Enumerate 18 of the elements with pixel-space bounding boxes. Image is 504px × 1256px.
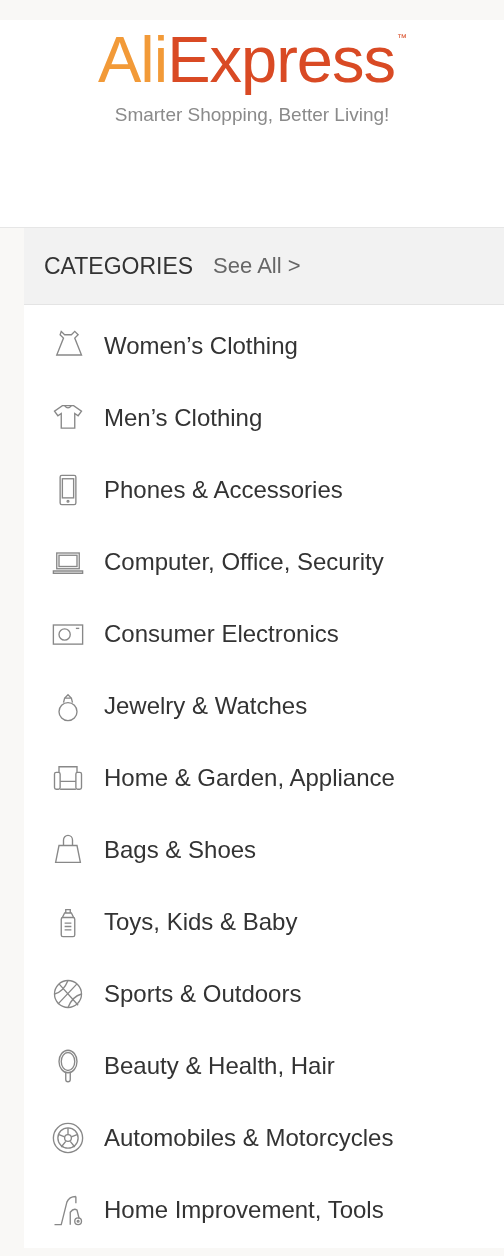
category-link[interactable]: Home Improvement, Tools [104, 1196, 384, 1224]
see-all-link[interactable]: See All > [213, 253, 301, 279]
wheel-icon [50, 1120, 86, 1156]
category-link[interactable]: Sports & Outdoors [104, 980, 302, 1008]
category-link[interactable]: Home & Garden, Appliance [104, 764, 395, 792]
category-link[interactable]: Bags & Shoes [104, 836, 257, 864]
tagline: Smarter Shopping, Better Living! [114, 104, 390, 126]
category-link[interactable]: Beauty & Health, Hair [104, 1052, 335, 1080]
category-link[interactable]: Men’s Clothing [104, 404, 263, 432]
category-link[interactable]: Toys, Kids & Baby [104, 908, 298, 936]
category-link[interactable]: Computer, Office, Security [104, 548, 384, 576]
category-link[interactable]: Jewelry & Watches [104, 692, 308, 720]
category-link[interactable]: Automobiles & Motorcycles [104, 1124, 394, 1152]
category-link[interactable]: Women’s Clothing [104, 332, 298, 360]
logo-wordmark: AliExpress$^{™}$ [97, 22, 407, 98]
category-link[interactable]: Phones & Accessories [104, 476, 343, 504]
category-link[interactable]: Consumer Electronics [104, 620, 339, 648]
categories-title: CATEGORIES [44, 252, 194, 280]
